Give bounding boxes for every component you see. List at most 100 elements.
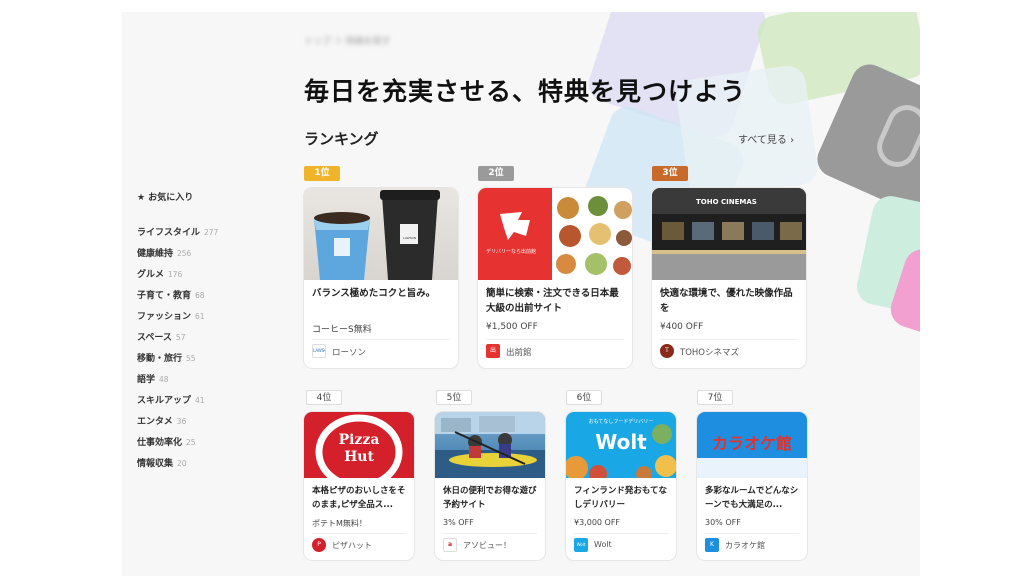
category-count: 277 xyxy=(204,228,219,237)
cinema-sign: TOHO CINEMAS xyxy=(696,198,757,206)
offer-card[interactable]: 休日の便利でお得な遊び予約サイト 3% OFF a アソビュー！ xyxy=(435,412,545,560)
divider xyxy=(574,533,668,534)
merchant-logo: T xyxy=(660,344,674,358)
rank-badge: 1位 xyxy=(304,166,340,181)
offer-image xyxy=(435,412,545,478)
merchant-name: TOHOシネマズ xyxy=(680,348,739,358)
karaoke-banner-strip xyxy=(697,458,807,478)
rank-badge: 3位 xyxy=(652,166,688,181)
offer-card[interactable]: LAWSON バランス極めたコクと旨み。 コーヒーS無料 LAWSON ローソン xyxy=(304,188,458,368)
favorites-link[interactable]: ★ お気に入り xyxy=(137,190,257,203)
offer-card[interactable]: Pizza Hut 本格ピザのおいしさをそのまま,ピザ全品ス... ポテトM無料… xyxy=(304,412,414,560)
category-item[interactable]: 健康維持 256 xyxy=(137,246,257,267)
offer-card[interactable]: TOHO CINEMAS 快適な環境で、優れた映像作品を ¥400 OFF T … xyxy=(652,188,806,368)
see-all-link[interactable]: すべて見る › xyxy=(738,131,794,146)
rank-badge: 4位 xyxy=(306,390,342,405)
offer-title: フィンランド発おもてなしデリバリー xyxy=(574,486,667,510)
wolt-wordmark: Wolt xyxy=(595,430,647,454)
merchant-logo: a xyxy=(443,538,457,552)
merchant-logo: LAWSON xyxy=(312,344,326,358)
category-count: 36 xyxy=(176,417,187,426)
karaoke-wordmark: カラオケ館 xyxy=(711,434,792,453)
offer-image: Pizza Hut xyxy=(304,412,414,478)
wolt-tagline: おもてなしフードデリバリー xyxy=(588,419,654,425)
divider xyxy=(660,339,798,340)
demaecan-tagline: デリバリーなら出前館 xyxy=(486,249,537,255)
merchant-name: Wolt xyxy=(594,540,612,549)
offer-image: デリバリーなら出前館 xyxy=(478,188,632,280)
merchant-name: ピザハット xyxy=(332,541,372,550)
category-count: 68 xyxy=(195,291,205,300)
category-label: 移動・旅行 xyxy=(137,354,183,364)
category-count: 256 xyxy=(177,249,192,258)
pizza-logo-text: Pizza xyxy=(338,432,380,448)
category-item[interactable]: グルメ 176 xyxy=(137,267,257,288)
divider xyxy=(486,339,624,340)
offer-title: 本格ピザのおいしさをそのまま,ピザ全品ス... xyxy=(312,486,406,510)
category-count: 25 xyxy=(186,438,196,447)
merchant-name: カラオケ館 xyxy=(725,541,765,550)
merchant-name: アソビュー！ xyxy=(463,541,511,550)
offer-card[interactable]: カラオケ館 多彩なルームでどんなシーンでも大満足の... 30% OFF K カ… xyxy=(697,412,807,560)
offer-value: ¥3,000 OFF xyxy=(574,518,621,527)
merchant-name: 出前館 xyxy=(506,348,532,358)
offer-title: 快適な環境で、優れた映像作品を xyxy=(660,288,793,314)
offer-image: カラオケ館 xyxy=(697,412,807,478)
category-item[interactable]: 情報収集 20 xyxy=(137,456,257,477)
offer-value: ポテトM無料！ xyxy=(312,519,367,528)
category-label: ファッション xyxy=(137,312,192,322)
category-count: 48 xyxy=(159,375,169,384)
offer-value: 3% OFF xyxy=(443,518,474,527)
offer-image: TOHO CINEMAS xyxy=(652,188,806,280)
offer-title: バランス極めたコクと旨み。 xyxy=(312,288,436,299)
category-count: 176 xyxy=(168,270,183,279)
offer-title: 簡単に検索・注文できる日本最大級の出前サイト xyxy=(486,288,619,314)
category-label: 子育て・教育 xyxy=(137,291,192,301)
ranking-heading: ランキング xyxy=(304,130,379,148)
page-frame: トップ ＞ 特典を探す 毎日を充実させる、特典を見つけよう ランキング すべて見… xyxy=(122,12,920,576)
category-label: 語学 xyxy=(137,375,156,385)
category-count: 61 xyxy=(195,312,205,321)
category-item[interactable]: 移動・旅行 55 xyxy=(137,351,257,372)
merchant-logo: K xyxy=(705,538,719,552)
category-count: 41 xyxy=(195,396,205,405)
breadcrumb[interactable]: トップ ＞ 特典を探す xyxy=(304,34,391,47)
category-label: 仕事効率化 xyxy=(137,438,183,448)
demaecan-illustration xyxy=(500,196,632,275)
divider xyxy=(705,533,799,534)
divider xyxy=(312,533,406,534)
offer-image: LAWSON xyxy=(304,188,458,280)
offer-value: コーヒーS無料 xyxy=(312,325,372,335)
category-item[interactable]: 語学 48 xyxy=(137,372,257,393)
offer-title: 休日の便利でお得な遊び予約サイト xyxy=(443,486,537,510)
category-item[interactable]: 仕事効率化 25 xyxy=(137,435,257,456)
category-item[interactable]: 子育て・教育 68 xyxy=(137,288,257,309)
category-label: ライフスタイル xyxy=(137,228,201,238)
category-label: エンタメ xyxy=(137,417,173,427)
merchant-logo: Wolt xyxy=(574,538,588,552)
category-item[interactable]: エンタメ 36 xyxy=(137,414,257,435)
cup-brand: LAWSON xyxy=(403,236,417,240)
rank-badge: 5位 xyxy=(436,390,472,405)
pizza-logo-text: Hut xyxy=(344,449,374,465)
category-label: 健康維持 xyxy=(137,249,174,259)
category-count: 55 xyxy=(186,354,196,363)
category-item[interactable]: スキルアップ 41 xyxy=(137,393,257,414)
merchant-logo: P xyxy=(312,538,326,552)
rank-badge: 2位 xyxy=(478,166,514,181)
kayak-photo-illustration xyxy=(435,412,545,478)
merchant-logo: 出 xyxy=(486,344,500,358)
offer-image: おもてなしフードデリバリー Wolt xyxy=(566,412,676,478)
merchant-name: ローソン xyxy=(332,348,367,358)
category-label: グルメ xyxy=(137,270,165,280)
offer-card[interactable]: おもてなしフードデリバリー Wolt フィンランド発おもてなしデリバリー ¥3,… xyxy=(566,412,676,560)
category-item[interactable]: ファッション 61 xyxy=(137,309,257,330)
category-count: 57 xyxy=(175,333,186,342)
offer-card[interactable]: デリバリーなら出前館 簡単に検索・注文できる日本最大級の出前サイト ¥1,500… xyxy=(478,188,632,368)
category-count: 20 xyxy=(177,459,187,468)
rank-badge: 7位 xyxy=(697,390,733,405)
category-item[interactable]: ライフスタイル 277 xyxy=(137,225,257,246)
category-label: 情報収集 xyxy=(137,459,174,469)
offer-value: 30% OFF xyxy=(705,518,741,527)
category-item[interactable]: スペース 57 xyxy=(137,330,257,351)
